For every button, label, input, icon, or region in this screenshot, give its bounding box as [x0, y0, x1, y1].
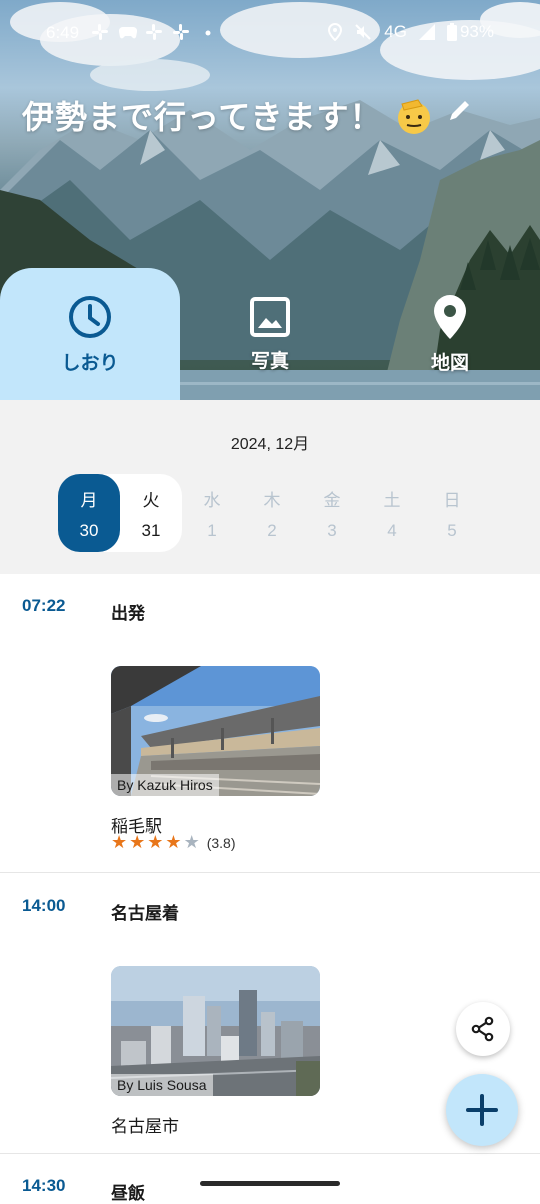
day-item[interactable]: 土 4 [361, 474, 423, 552]
battery-icon [446, 23, 457, 41]
tab-itinerary[interactable]: しおり [0, 268, 180, 400]
more-notifications-dot-icon [200, 24, 218, 40]
day-item[interactable]: 水 1 [181, 474, 243, 552]
tab-map-label: 地図 [430, 351, 469, 374]
place-photo[interactable]: By Kazuk Hiros [111, 666, 320, 796]
photo-credit: By Kazuk Hiros [111, 774, 219, 796]
place-photo[interactable]: By Luis Sousa [111, 966, 320, 1096]
battery-percent: 93% [459, 22, 494, 41]
day-weekday: 火 [142, 490, 160, 511]
day-item[interactable]: 日 5 [421, 474, 483, 552]
slack-icon [173, 24, 191, 40]
date-selector: 2024, 12月 月 30 火 31 水 1 木 2 金 3 土 4 日 5 [0, 400, 540, 574]
add-entry-button[interactable] [446, 1074, 518, 1146]
day-item[interactable]: 木 2 [241, 474, 303, 552]
plus-icon [466, 1094, 498, 1126]
day-weekday: 木 [263, 490, 281, 511]
network-type: 4G [384, 22, 407, 41]
entry-title[interactable]: 名古屋着 [111, 899, 179, 924]
day-date: 30 [79, 520, 99, 540]
clock-icon [69, 295, 111, 338]
day-item[interactable]: 月 30 [58, 474, 120, 552]
star-filled-icon: ★ [165, 832, 182, 853]
system-status-icons: 4G 93% [328, 22, 494, 42]
image-icon [250, 296, 290, 337]
entry-divider [0, 1153, 540, 1154]
entry-time: 14:00 [22, 896, 66, 915]
status-time: 6:49 [46, 23, 80, 42]
photo-credit: By Luis Sousa [111, 1074, 213, 1096]
entry-title[interactable]: 出発 [111, 599, 145, 624]
status-bar: 6:49 4G 93% [0, 0, 540, 66]
tab-photos[interactable]: 写真 [180, 268, 360, 400]
day-item[interactable]: 金 3 [301, 474, 363, 552]
game-controller-icon [118, 24, 138, 40]
entry-time: 07:22 [22, 596, 66, 615]
mute-icon [355, 24, 371, 40]
share-button[interactable] [456, 1002, 510, 1056]
slack-icon [92, 24, 110, 40]
trip-title[interactable]: 伊勢まで行ってきます！ [22, 92, 382, 138]
day-date: 4 [387, 520, 397, 540]
day-date: 2 [267, 520, 277, 540]
place-rating: ★ ★ ★ ★ ★ (3.8) [111, 832, 236, 853]
star-filled-icon: ★ [129, 832, 146, 853]
share-icon [471, 1016, 494, 1042]
star-filled-icon: ★ [111, 832, 128, 853]
tab-map[interactable]: 地図 [360, 268, 540, 400]
tab-photos-label: 写真 [250, 349, 289, 372]
saluting-face-emoji-icon [398, 99, 430, 134]
location-icon [328, 23, 343, 41]
day-date: 1 [207, 520, 217, 540]
signal-icon [418, 24, 435, 40]
day-weekday: 金 [323, 490, 341, 511]
day-weekday: 水 [203, 490, 221, 511]
home-indicator[interactable] [200, 1181, 340, 1186]
edit-pencil-icon[interactable] [446, 98, 472, 124]
notification-icons [92, 24, 218, 40]
day-item[interactable]: 火 31 [120, 474, 182, 552]
tab-itinerary-label: しおり [61, 351, 119, 374]
entry-divider [0, 872, 540, 873]
slack-icon [146, 24, 164, 40]
rating-value: (3.8) [206, 834, 236, 851]
day-date: 3 [327, 520, 337, 540]
month-label: 2024, 12月 [230, 436, 310, 453]
day-date: 5 [447, 520, 457, 540]
star-empty-icon: ★ [183, 832, 200, 853]
star-filled-icon: ★ [147, 832, 164, 853]
entry-title[interactable]: 昼飯 [111, 1179, 145, 1204]
header-hero: 6:49 4G 93% 伊勢まで行ってきます！ しおり 写真 地図 [0, 0, 540, 400]
day-weekday: 日 [443, 490, 461, 511]
location-pin-icon [434, 294, 466, 339]
day-weekday: 土 [383, 490, 401, 511]
day-date: 31 [141, 520, 161, 540]
entry-time: 14:30 [22, 1176, 66, 1195]
place-name[interactable]: 名古屋市 [111, 1112, 179, 1137]
day-weekday: 月 [80, 490, 98, 511]
